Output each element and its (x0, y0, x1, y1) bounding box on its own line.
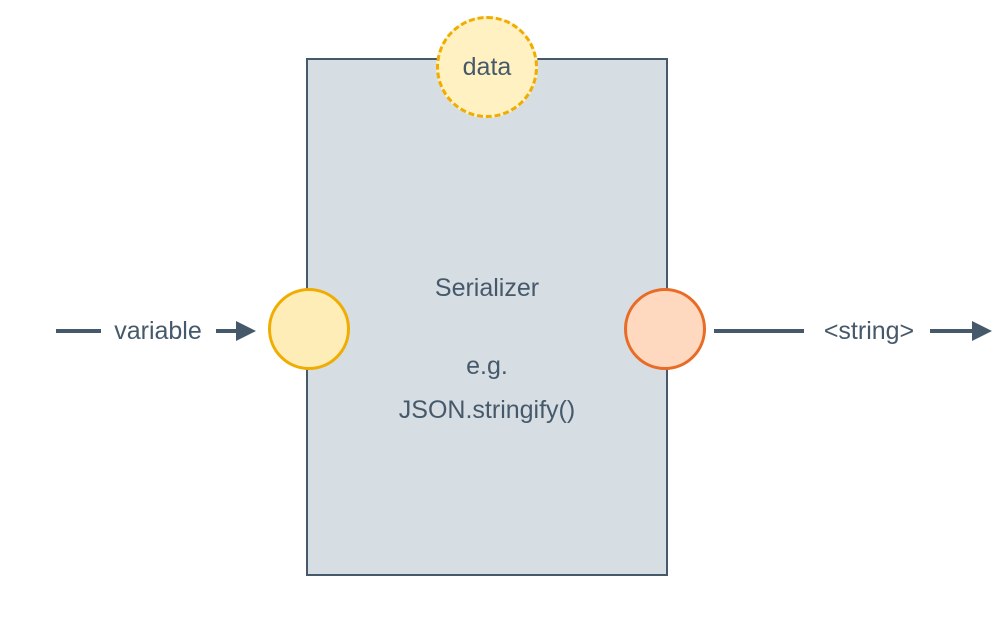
data-node-label: data (436, 16, 538, 118)
input-port (268, 288, 350, 370)
input-arrow: variable (56, 316, 260, 346)
box-example-prefix: e.g. (306, 352, 668, 381)
serializer-box (306, 58, 668, 576)
diagram-stage: Serializer e.g. JSON.stringify() data va… (0, 0, 1000, 641)
output-arrow-label: <string> (824, 317, 914, 345)
output-arrow: <string> (714, 316, 996, 346)
input-arrow-label: variable (114, 317, 202, 345)
box-title: Serializer (306, 274, 668, 303)
output-port (624, 288, 706, 370)
box-method: JSON.stringify() (306, 396, 668, 425)
